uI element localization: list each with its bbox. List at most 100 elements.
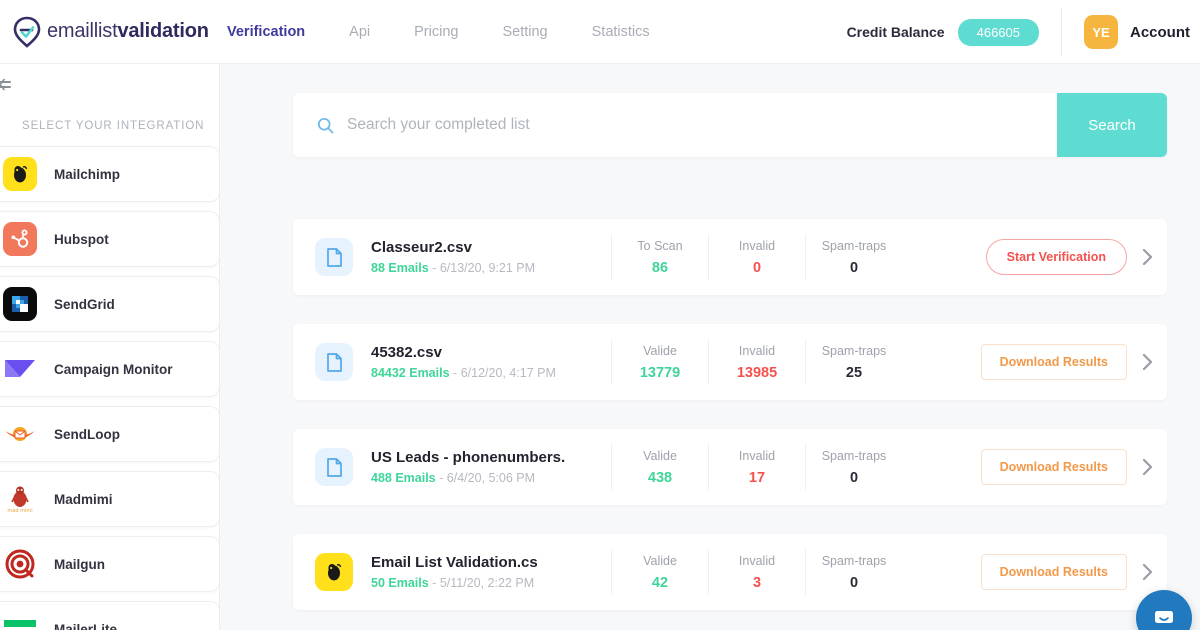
search-input[interactable] bbox=[347, 116, 987, 134]
app-header: emaillistvalidation Verification Api Pri… bbox=[0, 0, 1200, 64]
stat-value: 86 bbox=[651, 259, 669, 276]
email-count: 50 Emails bbox=[371, 576, 429, 590]
download-results-button[interactable]: Download Results bbox=[980, 449, 1127, 485]
madmimi-icon: mad mimi bbox=[3, 482, 37, 516]
sidebar-item-label: Mailgun bbox=[54, 556, 105, 572]
row-actions: Start Verification bbox=[985, 239, 1167, 275]
search-button[interactable]: Search bbox=[1057, 93, 1167, 157]
chevron-right-icon[interactable] bbox=[1127, 247, 1167, 267]
search-bar: Search bbox=[293, 93, 1167, 157]
integration-list: Mailchimp Hubspot SendGrid Campaign Moni… bbox=[0, 146, 219, 630]
download-results-button[interactable]: Download Results bbox=[980, 344, 1127, 380]
file-meta: US Leads - phonenumbers. 488 Emails - 6/… bbox=[371, 449, 611, 485]
nav-item-verification[interactable]: Verification bbox=[227, 24, 305, 40]
table-row[interactable]: 45382.csv 84432 Emails - 6/12/20, 4:17 P… bbox=[293, 324, 1167, 400]
sidebar-item-mailerlite[interactable]: mailerlite MailerLite bbox=[0, 601, 219, 630]
stat-value: 13779 bbox=[639, 364, 681, 381]
table-row[interactable]: Classeur2.csv 88 Emails - 6/13/20, 9:21 … bbox=[293, 219, 1167, 295]
sendloop-icon bbox=[3, 417, 37, 451]
mailerlite-icon: mailerlite bbox=[3, 612, 37, 630]
sidebar-item-label: Campaign Monitor bbox=[54, 361, 173, 377]
sidebar-item-label: MailerLite bbox=[54, 621, 118, 630]
stat-cell: To Scan 86 bbox=[611, 234, 708, 280]
sidebar-item-label: SendGrid bbox=[54, 296, 115, 312]
nav-item-setting[interactable]: Setting bbox=[502, 24, 547, 40]
credit-balance-badge[interactable]: 466605 bbox=[957, 18, 1039, 46]
sidebar-item-sendgrid[interactable]: SendGrid bbox=[0, 276, 219, 332]
sidebar-item-madmimi[interactable]: mad mimi Madmimi bbox=[0, 471, 219, 527]
stat-cell: Spam-traps 25 bbox=[805, 339, 902, 385]
svg-text:mad mimi: mad mimi bbox=[7, 508, 32, 514]
brand-wordmark-light: emaillist bbox=[47, 20, 118, 42]
stat-label: Invalid bbox=[738, 553, 776, 568]
download-results-button[interactable]: Download Results bbox=[980, 554, 1127, 590]
sidebar-item-label: Mailchimp bbox=[54, 166, 121, 182]
stat-value: 17 bbox=[748, 469, 766, 486]
sidebar-item-mailgun[interactable]: Mailgun bbox=[0, 536, 219, 592]
stat-label: Invalid bbox=[738, 448, 776, 463]
file-subtitle: 50 Emails - 5/11/20, 2:22 PM bbox=[371, 576, 611, 590]
stat-cell: Spam-traps 0 bbox=[805, 234, 902, 280]
file-name: Email List Validation.cs bbox=[371, 554, 538, 571]
stat-label: Spam-traps bbox=[821, 553, 887, 568]
file-date: 6/13/20, 9:21 PM bbox=[439, 261, 536, 275]
stat-value: 0 bbox=[849, 574, 859, 591]
row-actions: Download Results bbox=[980, 344, 1167, 380]
start-verification-button[interactable]: Start Verification bbox=[985, 239, 1127, 275]
file-name: 45382.csv bbox=[371, 344, 442, 361]
stat-value: 25 bbox=[845, 364, 863, 381]
stat-cell: Valide 13779 bbox=[611, 339, 708, 385]
file-subtitle: 488 Emails - 6/4/20, 5:06 PM bbox=[371, 471, 611, 485]
sidebar-item-campaign-monitor[interactable]: Campaign Monitor bbox=[0, 341, 219, 397]
stat-value: 13985 bbox=[736, 364, 778, 381]
stat-label: Spam-traps bbox=[821, 238, 887, 253]
file-name: Classeur2.csv bbox=[371, 239, 472, 256]
stat-cell: Invalid 17 bbox=[708, 444, 805, 490]
stat-label: Spam-traps bbox=[821, 343, 887, 358]
chevron-right-icon[interactable] bbox=[1127, 352, 1167, 372]
sidebar-item-sendloop[interactable]: SendLoop bbox=[0, 406, 219, 462]
main-navigation: Verification Api Pricing Setting Statist… bbox=[227, 24, 650, 40]
sendgrid-icon bbox=[3, 287, 37, 321]
sidebar-item-label: Madmimi bbox=[54, 491, 113, 507]
nav-item-statistics[interactable]: Statistics bbox=[592, 24, 650, 40]
sidebar-item-label: Hubspot bbox=[54, 231, 109, 247]
avatar[interactable]: YE bbox=[1084, 15, 1118, 49]
mailgun-icon bbox=[3, 547, 37, 581]
nav-item-api[interactable]: Api bbox=[349, 24, 370, 40]
table-row[interactable]: US Leads - phonenumbers. 488 Emails - 6/… bbox=[293, 429, 1167, 505]
stat-cell: Spam-traps 0 bbox=[805, 444, 902, 490]
header-right-cluster: Credit Balance 466605 YE Account bbox=[847, 0, 1200, 64]
brand-logo[interactable]: emaillistvalidation bbox=[10, 15, 220, 49]
search-icon bbox=[317, 117, 334, 134]
file-meta: 45382.csv 84432 Emails - 6/12/20, 4:17 P… bbox=[371, 344, 611, 380]
stat-cell: Invalid 13985 bbox=[708, 339, 805, 385]
file-subtitle: 84432 Emails - 6/12/20, 4:17 PM bbox=[371, 366, 611, 380]
sidebar-collapse-icon[interactable] bbox=[0, 78, 16, 94]
stat-value: 0 bbox=[752, 259, 762, 276]
file-date: 5/11/20, 2:22 PM bbox=[439, 576, 535, 590]
account-menu-label[interactable]: Account bbox=[1130, 24, 1190, 41]
separator: - bbox=[432, 576, 437, 590]
mailchimp-icon bbox=[315, 553, 353, 591]
sidebar-title: SELECT YOUR INTEGRATION bbox=[22, 120, 205, 132]
stat-label: Spam-traps bbox=[821, 448, 887, 463]
completed-list: Classeur2.csv 88 Emails - 6/13/20, 9:21 … bbox=[293, 219, 1167, 630]
stat-label: Invalid bbox=[738, 238, 776, 253]
hubspot-icon bbox=[3, 222, 37, 256]
nav-item-pricing[interactable]: Pricing bbox=[414, 24, 458, 40]
emaillistvalidation-logo-icon bbox=[10, 15, 44, 49]
chevron-right-icon[interactable] bbox=[1127, 457, 1167, 477]
stat-label: Invalid bbox=[738, 343, 776, 358]
file-icon bbox=[315, 448, 353, 486]
separator: - bbox=[432, 261, 437, 275]
sidebar-item-mailchimp[interactable]: Mailchimp bbox=[0, 146, 219, 202]
brand-wordmark: emaillistvalidation bbox=[47, 20, 209, 43]
sidebar-item-hubspot[interactable]: Hubspot bbox=[0, 211, 219, 267]
table-row[interactable]: Email List Validation.cs 50 Emails - 5/1… bbox=[293, 534, 1167, 610]
row-actions: Download Results bbox=[980, 554, 1167, 590]
file-icon bbox=[315, 238, 353, 276]
credit-balance-label: Credit Balance bbox=[846, 24, 945, 40]
stat-cell: Valide 438 bbox=[611, 444, 708, 490]
chevron-right-icon[interactable] bbox=[1127, 562, 1167, 582]
